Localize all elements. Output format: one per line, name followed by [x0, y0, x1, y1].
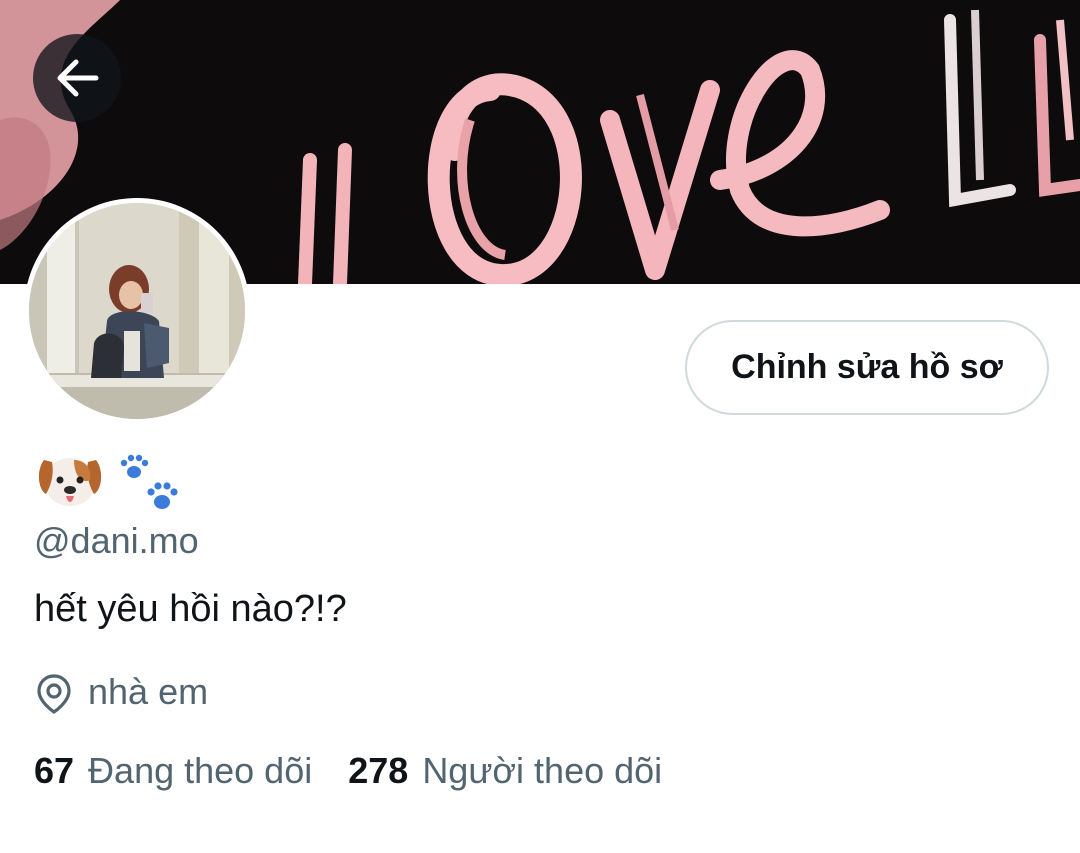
following-count: 67: [34, 750, 75, 791]
paw-prints-icon: [120, 454, 178, 509]
followers-label: Người theo dõi: [422, 750, 663, 791]
follow-stats: 67 Đang theo dõi 278 Người theo dõi: [34, 750, 698, 792]
location-pin-icon: [37, 674, 71, 714]
arrow-left-icon: [57, 59, 99, 97]
avatar[interactable]: [24, 198, 250, 424]
edit-profile-button[interactable]: Chỉnh sửa hồ sơ: [685, 320, 1049, 415]
back-button[interactable]: [33, 34, 121, 122]
followers-count: 278: [348, 750, 409, 791]
following-label: Đang theo dõi: [88, 750, 313, 791]
bio-text: hết yêu hồi nào?!?: [34, 588, 347, 630]
user-handle: @dani.mo: [34, 520, 199, 561]
display-name: [34, 450, 194, 520]
dog-face-icon: [38, 458, 102, 506]
location: nhà em: [34, 668, 208, 716]
avatar-image: [29, 203, 245, 419]
location-text: nhà em: [88, 671, 209, 712]
followers-link[interactable]: 278 Người theo dõi: [348, 750, 662, 792]
following-link[interactable]: 67 Đang theo dõi: [34, 750, 312, 792]
